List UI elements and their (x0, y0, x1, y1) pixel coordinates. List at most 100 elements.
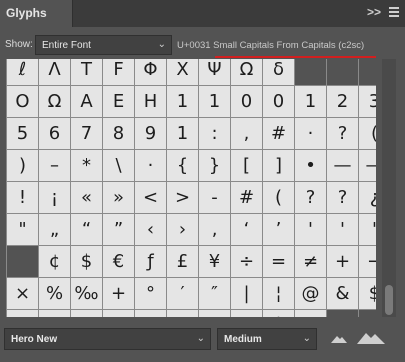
glyph-cell[interactable]: 1 (199, 86, 230, 117)
glyph-cell[interactable]: 9 (135, 118, 166, 149)
glyph-cell[interactable]: H (135, 86, 166, 117)
glyph-cell[interactable]: @ (295, 278, 326, 309)
glyph-cell[interactable]: > (167, 182, 198, 213)
glyph-cell[interactable]: ƒ (135, 246, 166, 277)
glyph-cell[interactable]: $ (359, 278, 376, 309)
glyph-cell[interactable]: ' (359, 214, 376, 245)
glyph-cell[interactable]: ¿ (359, 182, 376, 213)
glyph-cell[interactable]: ’ (263, 214, 294, 245)
glyph-cell[interactable]: ℓ (7, 59, 38, 85)
glyph-cell[interactable]: ≠ (295, 246, 326, 277)
glyph-cell[interactable]: ‰ (71, 278, 102, 309)
glyph-cell[interactable]: & (327, 278, 358, 309)
glyph-cell[interactable]: { (167, 150, 198, 181)
glyph-cell[interactable]: — (327, 150, 358, 181)
glyph-cell[interactable]: ″ (199, 278, 230, 309)
glyph-cell[interactable]: + (103, 278, 134, 309)
glyph-cell[interactable]: 3 (359, 86, 376, 117)
show-dropdown[interactable]: Entire Font ⌄ (35, 35, 172, 55)
glyph-cell[interactable]: 1 (167, 118, 198, 149)
glyph-cell[interactable]: # (231, 182, 262, 213)
glyph-cell[interactable]: “ (71, 214, 102, 245)
glyph-cell[interactable]: ₺ (39, 310, 70, 317)
glyph-cell[interactable]: € (7, 310, 38, 317)
glyph-cell[interactable]: ˆ (263, 310, 294, 317)
glyph-cell[interactable]: ] (263, 150, 294, 181)
glyph-cell[interactable]: „ (39, 214, 70, 245)
glyph-cell[interactable]: — (359, 150, 376, 181)
glyph-cell[interactable]: 5 (7, 118, 38, 149)
glyph-cell[interactable]: ' (295, 214, 326, 245)
glyph-cell[interactable]: « (71, 182, 102, 213)
glyph-cell[interactable]: ) (7, 150, 38, 181)
glyph-cell[interactable]: • (295, 150, 326, 181)
glyph-cell[interactable]: ¢ (39, 246, 70, 277)
glyph-cell[interactable]: Ω (39, 86, 70, 117)
glyph-cell[interactable]: £ (167, 246, 198, 277)
glyph-cell[interactable]: ˜ (231, 310, 262, 317)
glyph-cell[interactable]: ‚ (199, 214, 230, 245)
glyph-cell[interactable]: ” (103, 214, 134, 245)
glyph-cell[interactable]: < (135, 182, 166, 213)
panel-menu-icon[interactable] (389, 5, 399, 19)
glyph-cell[interactable]: F (103, 59, 134, 85)
decrease-size-icon[interactable] (327, 331, 351, 345)
glyph-cell[interactable]: ′ (167, 278, 198, 309)
glyph-cell[interactable]: Λ (39, 59, 70, 85)
glyph-cell[interactable]: 1 (295, 86, 326, 117)
glyph-cell[interactable]: ‹ (135, 214, 166, 245)
glyph-cell[interactable]: ʼ (199, 310, 230, 317)
glyph-cell[interactable]: » (103, 182, 134, 213)
glyph-cell[interactable]: + (327, 246, 358, 277)
increase-size-icon[interactable] (356, 331, 385, 345)
glyph-cell[interactable]: T (71, 59, 102, 85)
collapse-panel-icon[interactable]: >> (367, 5, 381, 19)
scrollbar-thumb[interactable] (385, 285, 393, 315)
glyph-cell[interactable]: ¦ (263, 278, 294, 309)
glyph-cell[interactable]: O (7, 86, 38, 117)
glyph-cell[interactable]: − (359, 246, 376, 277)
glyph-cell[interactable]: ? (295, 182, 326, 213)
glyph-cell[interactable]: = (263, 246, 294, 277)
glyph-cell[interactable]: δ (263, 59, 294, 85)
glyph-cell[interactable]: $ (71, 246, 102, 277)
glyph-cell[interactable]: ( (359, 118, 376, 149)
glyph-cell[interactable]: \ (103, 150, 134, 181)
glyph-cell[interactable]: 0 (231, 86, 262, 117)
glyph-cell[interactable]: | (231, 278, 262, 309)
glyph-cell[interactable]: ₽ (103, 310, 134, 317)
glyph-cell[interactable]: ˘ (295, 310, 326, 317)
glyph-cell[interactable]: ¥ (167, 310, 198, 317)
glyph-cell[interactable]: ? (327, 182, 358, 213)
glyph-cell[interactable]: X (167, 59, 198, 85)
glyph-cell[interactable]: 2 (327, 86, 358, 117)
glyph-cell[interactable]: " (7, 214, 38, 245)
glyph-cell[interactable]: 8 (103, 118, 134, 149)
grid-scrollbar[interactable] (382, 59, 396, 317)
glyph-cell[interactable]: # (263, 118, 294, 149)
tab-glyphs[interactable]: Glyphs (0, 0, 73, 27)
glyph-cell[interactable]: - (199, 182, 230, 213)
glyph-cell[interactable]: ¥ (199, 246, 230, 277)
glyph-cell[interactable]: , (231, 118, 262, 149)
glyph-cell[interactable]: Ψ (199, 59, 230, 85)
glyph-cell[interactable]: E (103, 86, 134, 117)
glyph-cell[interactable]: ' (327, 214, 358, 245)
glyph-cell[interactable]: % (71, 310, 102, 317)
glyph-cell[interactable]: £ (135, 310, 166, 317)
glyph-cell[interactable]: 0 (263, 86, 294, 117)
font-family-dropdown[interactable]: Hero New ⌄ (4, 328, 211, 350)
glyph-cell[interactable]: € (103, 246, 134, 277)
glyph-cell[interactable]: ‘ (231, 214, 262, 245)
glyph-cell[interactable]: ¡ (39, 182, 70, 213)
glyph-cell[interactable]: ÷ (231, 246, 262, 277)
glyph-cell[interactable]: ? (327, 118, 358, 149)
glyph-cell[interactable]: : (199, 118, 230, 149)
glyph-cell[interactable]: · (295, 118, 326, 149)
glyph-cell[interactable]: } (199, 150, 230, 181)
glyph-cell[interactable]: × (7, 278, 38, 309)
glyph-cell[interactable]: 7 (71, 118, 102, 149)
glyph-cell[interactable]: % (39, 278, 70, 309)
glyph-cell[interactable]: * (71, 150, 102, 181)
glyph-cell[interactable]: ( (263, 182, 294, 213)
